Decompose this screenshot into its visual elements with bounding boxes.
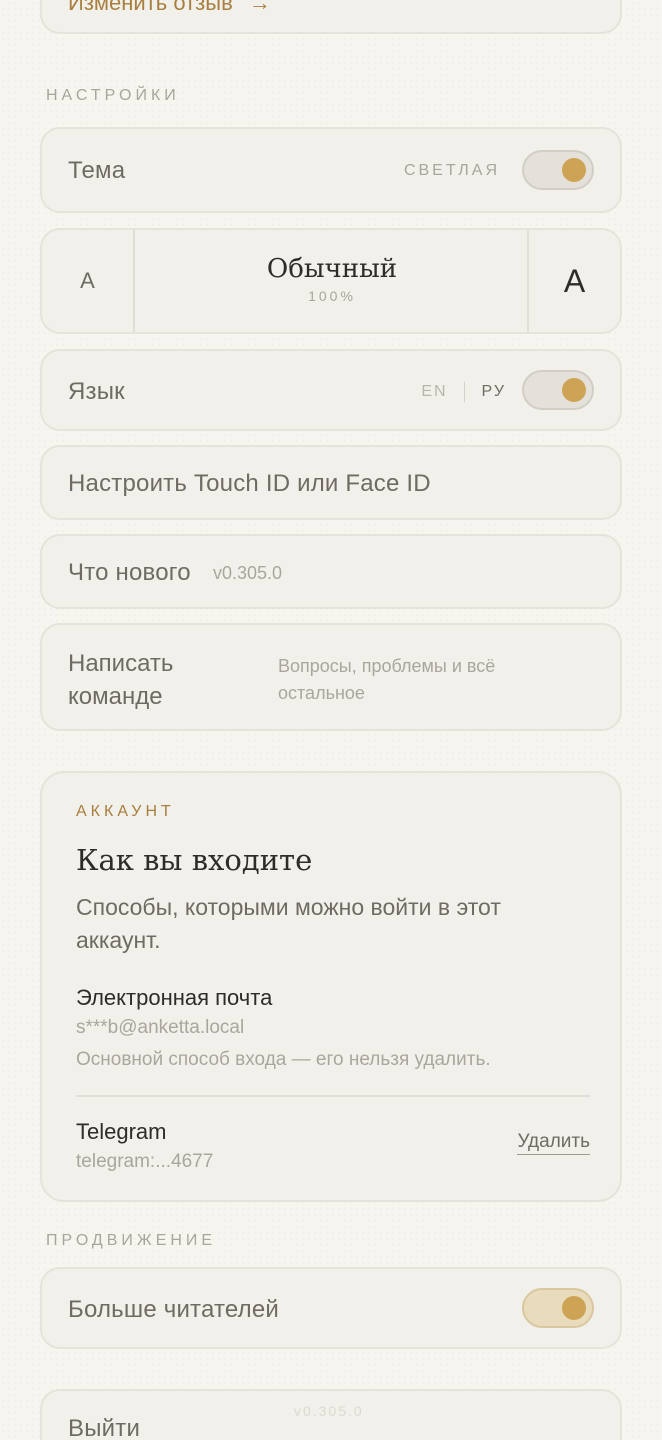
whats-new-version: v0.305.0 [213, 563, 283, 583]
account-title: Как вы входите [76, 843, 313, 877]
font-increase-button[interactable]: A [527, 230, 620, 332]
language-toggle[interactable] [522, 370, 594, 410]
biometrics-row[interactable]: Настроить Touch ID или Face ID [40, 445, 622, 520]
settings-section-title: НАСТРОЙКИ [46, 87, 180, 104]
font-increase-label: A [563, 262, 586, 299]
whats-new-label: Что нового [68, 559, 191, 586]
font-size-control: A Обычный 100% A [40, 228, 622, 334]
promotion-section-title: ПРОДВИЖЕНИЕ [46, 1232, 217, 1249]
toggle-knob [562, 158, 586, 182]
email-method: Электронная почта s***b@anketta.local Ос… [76, 985, 590, 1071]
more-readers-toggle[interactable] [522, 1288, 594, 1328]
telegram-value: telegram:...4677 [76, 1151, 214, 1172]
contact-team-hint-line2: остальное [278, 683, 365, 703]
logout-label: Выйти [68, 1415, 141, 1440]
theme-row[interactable]: Тема СВЕТЛАЯ [40, 127, 622, 213]
contact-team-label-line2: команде [68, 683, 163, 710]
biometrics-label: Настроить Touch ID или Face ID [68, 470, 431, 497]
contact-team-hint: Вопросы, проблемы и всё остальное [278, 653, 495, 707]
telegram-remove-button[interactable]: Удалить [517, 1131, 590, 1155]
logout-version: v0.305.0 [294, 1403, 364, 1419]
email-note: Основной способ входа — его нельзя удали… [76, 1049, 491, 1070]
account-description-line2: аккаунт. [76, 927, 161, 953]
account-description: Способы, которыми можно войти в этот акк… [76, 891, 501, 957]
email-label: Электронная почта [76, 985, 273, 1010]
font-size-percent: 100% [308, 288, 356, 304]
language-divider [464, 382, 466, 402]
edit-review-label: Изменить отзыв [68, 0, 233, 15]
edit-review-link[interactable]: Изменить отзыв → [68, 0, 271, 16]
edit-review-card[interactable]: Изменить отзыв → [40, 0, 622, 34]
divider [76, 1095, 590, 1097]
contact-team-label-line1: Написать [68, 650, 174, 677]
font-size-current: Обычный 100% [135, 230, 529, 332]
theme-toggle[interactable] [522, 150, 594, 190]
telegram-method: Telegram telegram:...4677 Удалить [76, 1119, 590, 1173]
account-card: АККАУНТ Как вы входите Способы, которыми… [40, 771, 622, 1202]
more-readers-row[interactable]: Больше читателей [40, 1267, 622, 1349]
logout-row[interactable]: Выйти v0.305.0 [40, 1389, 622, 1440]
arrow-right-icon: → [248, 0, 271, 15]
font-decrease-label: A [80, 268, 95, 293]
telegram-label: Telegram [76, 1119, 167, 1144]
more-readers-label: Больше читателей [68, 1296, 280, 1323]
account-description-line1: Способы, которыми можно войти в этот [76, 894, 501, 920]
language-option-ru[interactable]: РУ [482, 383, 506, 400]
language-row[interactable]: Язык EN РУ [40, 349, 622, 431]
email-value: s***b@anketta.local [76, 1017, 245, 1038]
account-eyebrow: АККАУНТ [76, 803, 175, 820]
whats-new-row[interactable]: Что нового v0.305.0 [40, 534, 622, 609]
font-size-name: Обычный [266, 254, 398, 284]
toggle-knob [562, 1296, 586, 1320]
language-label: Язык [68, 378, 125, 405]
contact-team-hint-line1: Вопросы, проблемы и всё [278, 656, 496, 676]
contact-team-label: Написать команде [68, 647, 173, 713]
language-options: EN РУ [421, 382, 506, 402]
font-decrease-button[interactable]: A [42, 230, 135, 332]
theme-value: СВЕТЛАЯ [403, 162, 500, 179]
contact-team-row[interactable]: Написать команде Вопросы, проблемы и всё… [40, 623, 622, 731]
theme-label: Тема [68, 157, 126, 184]
language-option-en[interactable]: EN [421, 383, 447, 400]
toggle-knob [562, 378, 586, 402]
